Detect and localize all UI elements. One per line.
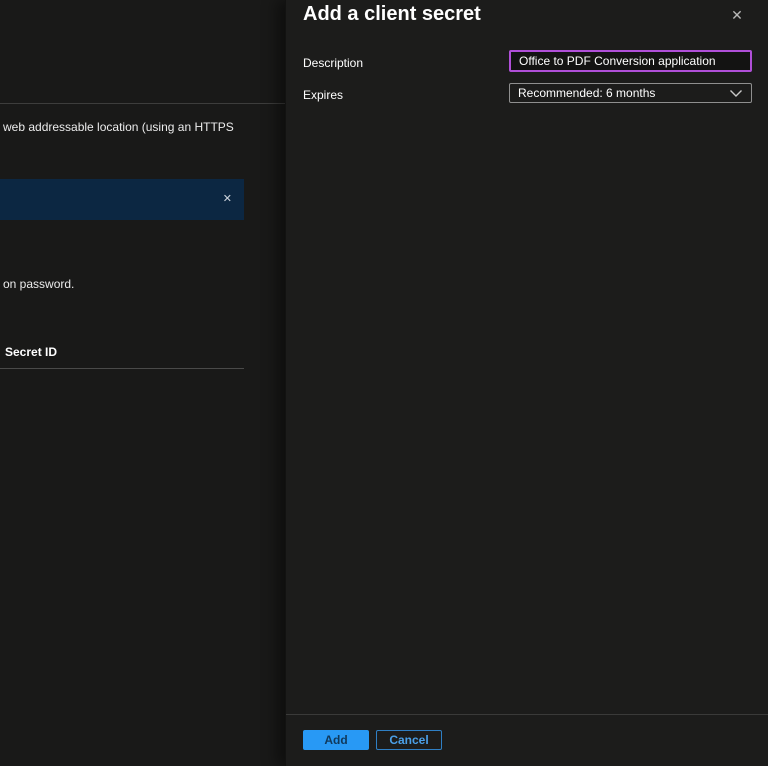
section-divider xyxy=(0,103,285,104)
pane-title: Add a client secret xyxy=(303,3,481,26)
banner-close-icon[interactable]: ✕ xyxy=(223,194,232,205)
pane-close-icon[interactable]: ✕ xyxy=(728,6,746,24)
background-page: web addressable location (using an HTTPS… xyxy=(0,0,285,766)
certificates-description-fragment: web addressable location (using an HTTPS xyxy=(3,120,234,134)
cancel-button[interactable]: Cancel xyxy=(376,730,442,750)
secret-id-column-header: Secret ID xyxy=(5,345,57,359)
client-secrets-description-fragment: on password. xyxy=(3,277,74,291)
expires-label: Expires xyxy=(303,88,343,102)
add-client-secret-pane: Add a client secret ✕ Description Expire… xyxy=(285,0,768,766)
notification-banner: ✕ xyxy=(0,179,244,220)
chevron-down-icon xyxy=(729,89,743,98)
footer-divider xyxy=(286,714,768,715)
add-button[interactable]: Add xyxy=(303,730,369,750)
expires-selected-value: Recommended: 6 months xyxy=(518,86,655,100)
table-header-divider xyxy=(0,368,244,369)
screen: web addressable location (using an HTTPS… xyxy=(0,0,768,766)
description-label: Description xyxy=(303,56,363,70)
expires-dropdown[interactable]: Recommended: 6 months xyxy=(509,83,752,103)
description-input[interactable] xyxy=(509,50,752,72)
